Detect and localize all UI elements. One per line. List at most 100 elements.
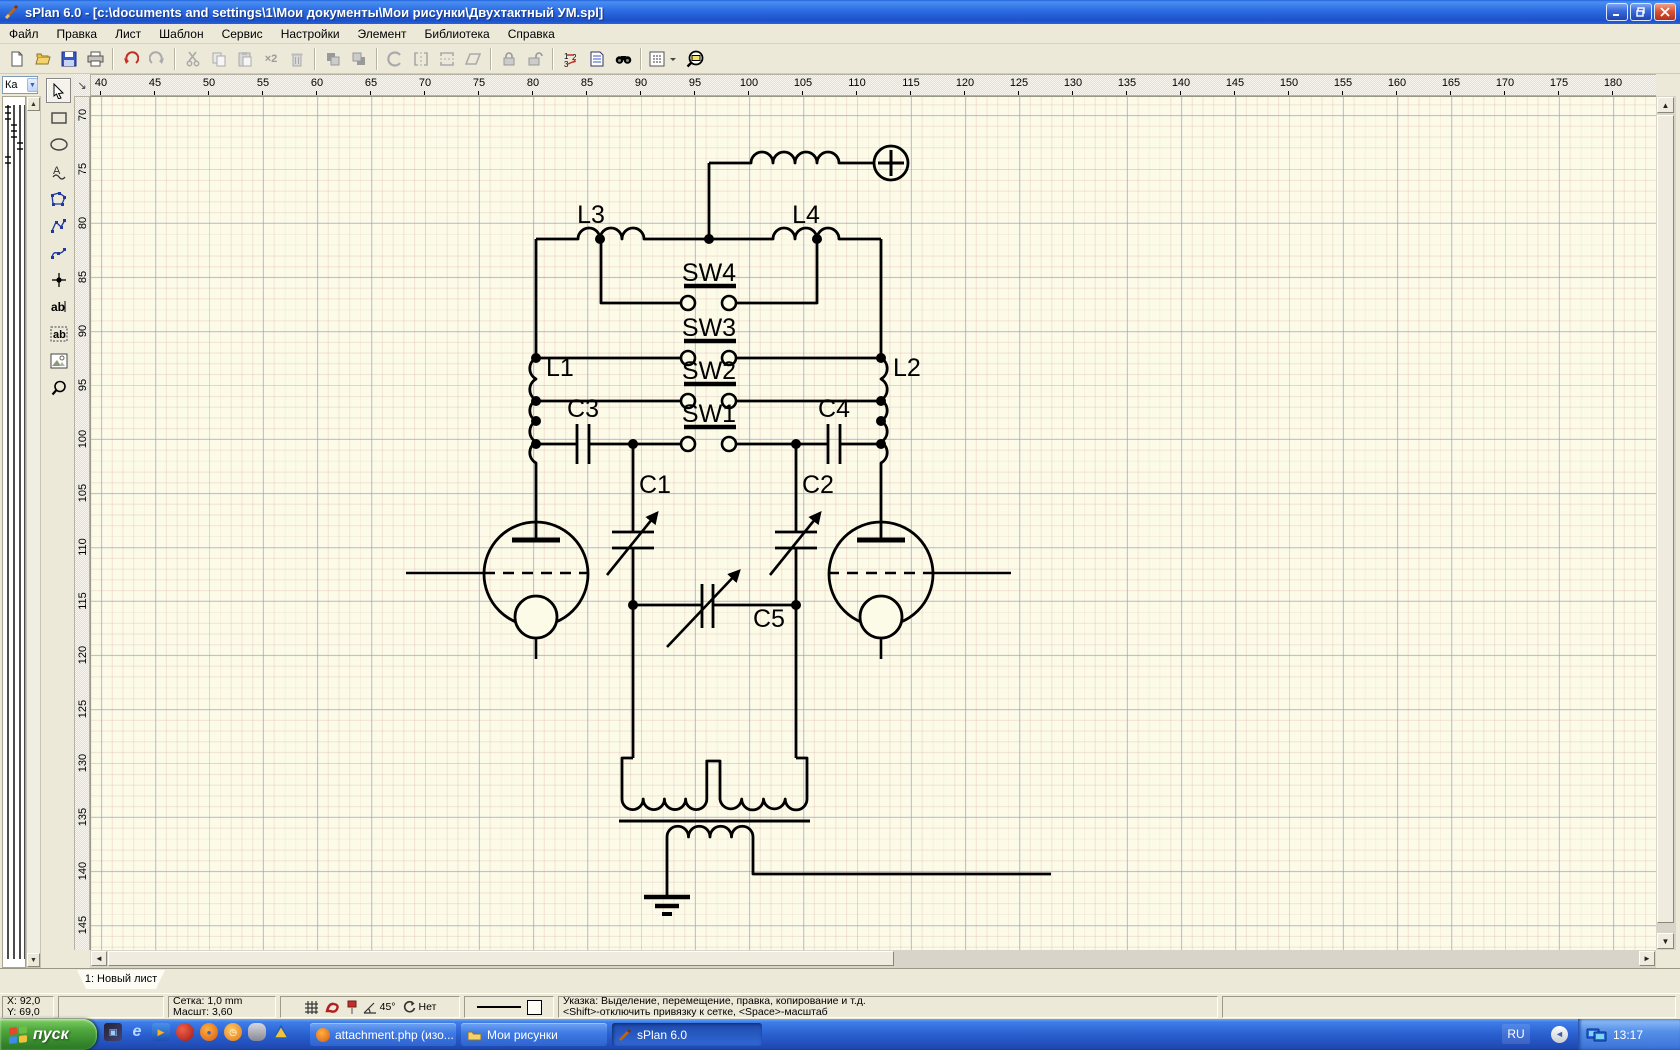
horizontal-scroll-thumb[interactable] (108, 951, 894, 966)
paste-button[interactable] (232, 46, 258, 72)
cut-button[interactable] (180, 46, 206, 72)
grid-settings-button[interactable] (646, 46, 682, 72)
horizontal-scrollbar[interactable]: ◄ ► (90, 950, 1656, 968)
media-player-icon[interactable]: ▶ (152, 1023, 170, 1041)
line-style-sample[interactable] (477, 1006, 521, 1008)
label-c4[interactable]: C4 (818, 395, 850, 423)
start-button[interactable]: пуск (0, 1019, 97, 1050)
capacitor-c4[interactable] (828, 424, 840, 464)
label-sw2[interactable]: SW2 (682, 357, 736, 385)
variable-capacitor-c2[interactable] (770, 444, 820, 605)
unlock-button[interactable] (522, 46, 548, 72)
label-sw3[interactable]: SW3 (682, 314, 736, 342)
zoom-button[interactable] (682, 46, 708, 72)
tool-bezier[interactable] (46, 240, 71, 265)
undo-button[interactable] (118, 46, 144, 72)
tool-magnifier[interactable] (46, 375, 71, 400)
ground-symbol[interactable] (644, 897, 690, 914)
transformer-primary[interactable] (622, 758, 807, 810)
fill-style-sample[interactable] (527, 1000, 542, 1015)
menu-item[interactable]: Настройки (272, 25, 349, 43)
scroll-right-icon[interactable]: ► (1639, 951, 1655, 966)
firefox-icon[interactable]: ● (200, 1023, 218, 1041)
capacitor-c3[interactable] (577, 424, 589, 464)
variable-capacitor-c1[interactable] (607, 444, 657, 605)
switch-sw4[interactable] (681, 286, 736, 310)
menu-item[interactable]: Шаблон (150, 25, 212, 43)
language-indicator[interactable]: RU (1502, 1024, 1530, 1044)
close-button[interactable] (1654, 3, 1676, 21)
internet-explorer-icon[interactable]: e (128, 1023, 146, 1041)
label-sw4[interactable]: SW4 (682, 259, 736, 287)
rotation-value[interactable]: Нет (419, 1002, 437, 1013)
menu-item[interactable]: Справка (499, 25, 564, 43)
tool-node[interactable] (46, 267, 71, 292)
menu-bar[interactable]: ФайлПравкаЛистШаблонСервисНастройкиЭлеме… (0, 24, 1680, 44)
scroll-up-icon[interactable]: ▲ (27, 97, 40, 111)
task-button-splan[interactable]: sPlan 6.0 (612, 1023, 762, 1046)
scroll-down-icon[interactable]: ▼ (1657, 933, 1674, 949)
tool-text[interactable]: ab (46, 294, 71, 319)
lock-button[interactable] (496, 46, 522, 72)
rotate-icon[interactable] (402, 1000, 416, 1014)
sheet-tab[interactable]: 1: Новый лист (77, 970, 165, 989)
menu-item[interactable]: Файл (0, 25, 48, 43)
label-c2[interactable]: C2 (802, 471, 834, 499)
pin-icon[interactable] (347, 1000, 357, 1015)
save-button[interactable] (56, 46, 82, 72)
tool-ellipse[interactable] (46, 132, 71, 157)
delete-button[interactable] (284, 46, 310, 72)
redo-button[interactable] (144, 46, 170, 72)
menu-item[interactable]: Правка (48, 25, 107, 43)
download-manager-icon[interactable] (176, 1023, 194, 1041)
tool-image[interactable] (46, 348, 71, 373)
mouse-settings-icon[interactable] (248, 1023, 266, 1041)
tool-polyline[interactable] (46, 213, 71, 238)
restore-button[interactable] (1630, 3, 1652, 21)
library-combo[interactable]: Ка ▼ (2, 76, 38, 94)
mirror-vertical-button[interactable] (434, 46, 460, 72)
scroll-up-icon[interactable]: ▲ (1657, 97, 1674, 113)
snap-grid-icon[interactable] (304, 1000, 319, 1015)
tool-rectangle[interactable] (46, 105, 71, 130)
print-button[interactable] (82, 46, 108, 72)
label-l4[interactable]: L4 (792, 201, 820, 229)
duplicate-button[interactable]: ×2 (258, 46, 284, 72)
coil-l2[interactable] (881, 358, 887, 540)
angle-value[interactable]: 45° (380, 1002, 396, 1013)
send-back-button[interactable] (346, 46, 372, 72)
scroll-down-icon[interactable]: ▼ (27, 953, 40, 967)
task-button-my-pictures[interactable]: Мои рисунки (461, 1023, 607, 1046)
parts-list-button[interactable] (584, 46, 610, 72)
label-sw1[interactable]: SW1 (682, 400, 736, 428)
chevron-down-icon[interactable]: ▼ (27, 78, 38, 92)
title-bar[interactable]: sPlan 6.0 - [c:\documents and settings\1… (0, 0, 1680, 24)
search-button[interactable] (610, 46, 636, 72)
vacuum-tube-left[interactable] (406, 522, 589, 659)
tray-clock[interactable]: 13:17 (1613, 1028, 1643, 1042)
schematic-canvas[interactable]: L3 L4 SW4 SW3 SW2 SW1 L1 L2 C3 C4 C1 C2 … (90, 96, 1656, 950)
shear-button[interactable] (460, 46, 486, 72)
power-plus-symbol[interactable] (874, 146, 908, 180)
new-button[interactable] (4, 46, 30, 72)
freehand-icon[interactable] (325, 1000, 341, 1014)
task-button-attachment[interactable]: attachment.php (изо... (310, 1023, 456, 1046)
timer-icon[interactable]: ◷ (224, 1023, 242, 1041)
minimize-button[interactable] (1606, 3, 1628, 21)
display-settings-icon[interactable] (1586, 1027, 1608, 1043)
label-l3[interactable]: L3 (577, 201, 605, 229)
scroll-left-icon[interactable]: ◄ (91, 951, 107, 966)
renumber-button[interactable]: 123 (558, 46, 584, 72)
tool-polygon[interactable] (46, 186, 71, 211)
menu-item[interactable]: Сервис (213, 25, 272, 43)
menu-item[interactable]: Элемент (349, 25, 416, 43)
copy-button[interactable] (206, 46, 232, 72)
plate-choke-inductor[interactable] (709, 152, 874, 163)
open-button[interactable] (30, 46, 56, 72)
acdsee-icon[interactable] (272, 1023, 290, 1041)
label-l1[interactable]: L1 (546, 354, 574, 382)
mirror-horizontal-button[interactable] (408, 46, 434, 72)
tool-text-box[interactable]: ab (46, 321, 71, 346)
label-c5[interactable]: C5 (753, 605, 785, 633)
library-scrollbar[interactable]: ▲ ▼ (26, 96, 41, 968)
